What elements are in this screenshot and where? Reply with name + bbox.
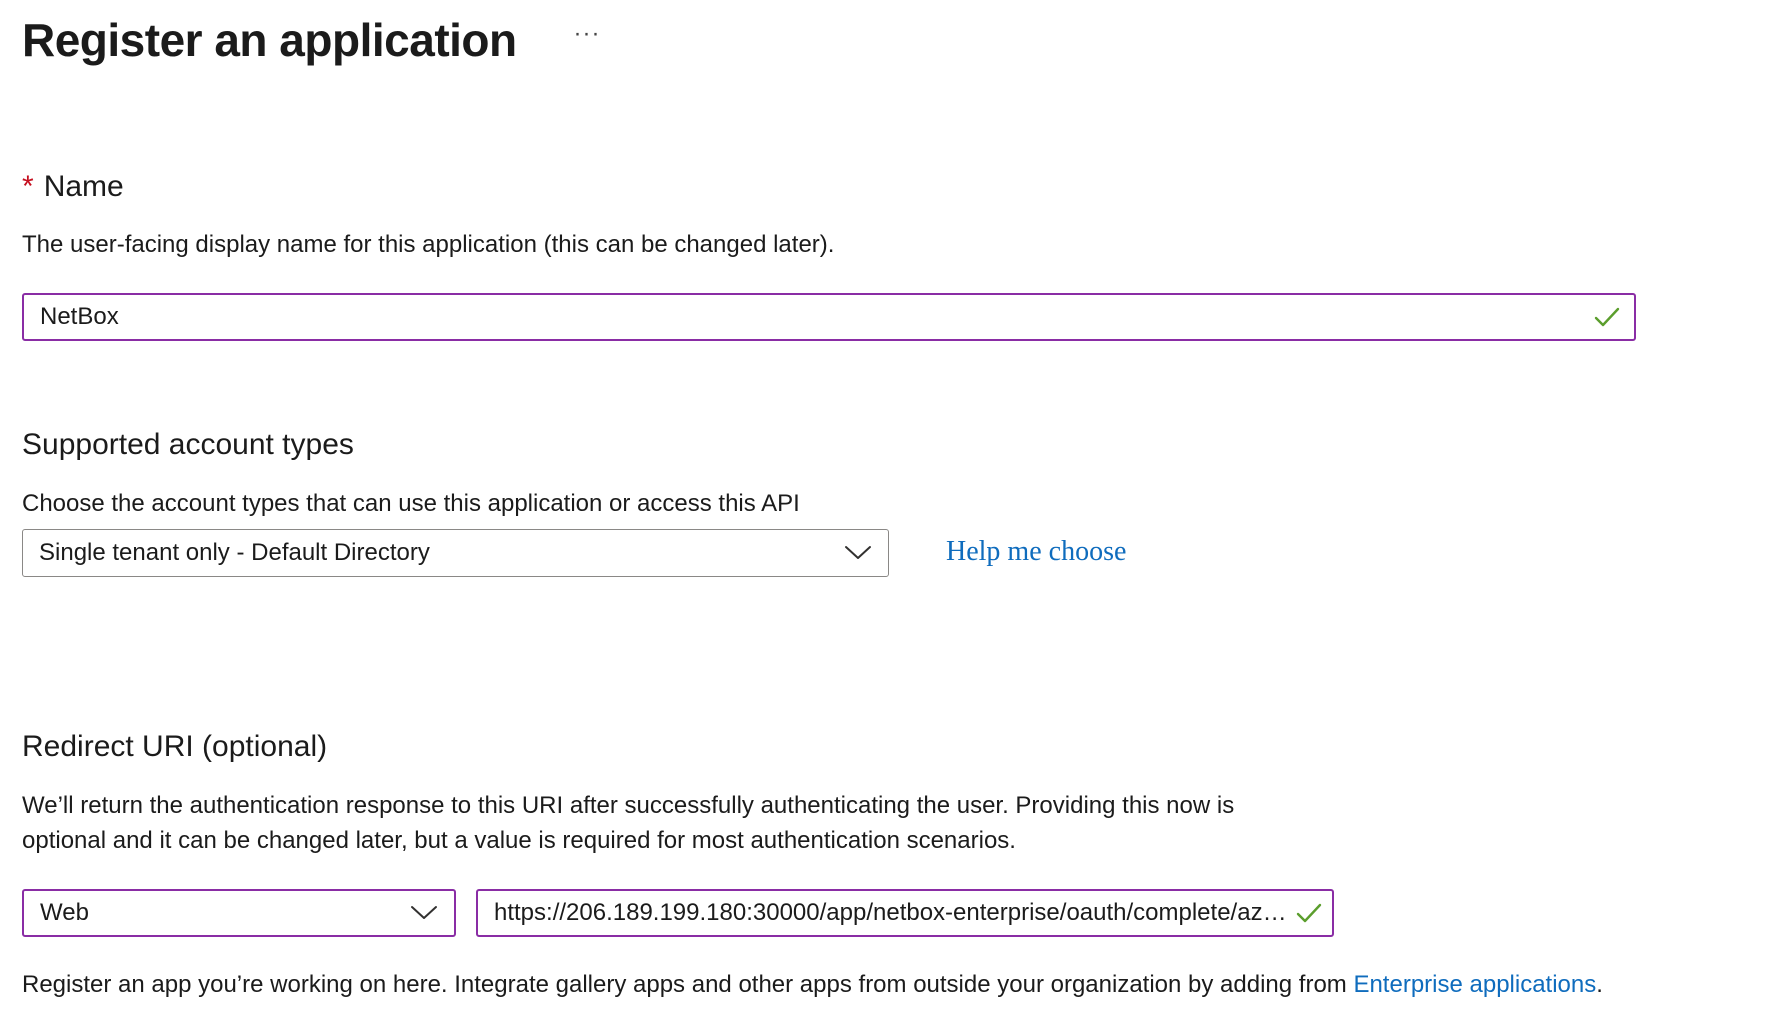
footer-note: Register an app you’re working on here. … (22, 968, 1603, 1002)
redirect-uri-heading: Redirect URI (optional) (22, 730, 328, 763)
footer-suffix: . (1596, 971, 1603, 998)
help-me-choose-link[interactable]: Help me choose (946, 535, 1126, 569)
platform-selected-value: Web (40, 899, 89, 926)
chevron-down-icon (411, 906, 437, 919)
name-description: The user-facing display name for this ap… (22, 231, 835, 258)
more-options-button[interactable]: ··· (570, 22, 604, 50)
redirect-uri-input[interactable]: https://206.189.199.180:30000/app/netbox… (476, 889, 1334, 937)
chevron-down-icon (845, 546, 871, 559)
footer-text: Register an app you’re working on here. … (22, 971, 1354, 998)
account-types-description: Choose the account types that can use th… (22, 490, 800, 517)
account-types-heading: Supported account types (22, 428, 354, 461)
platform-dropdown[interactable]: Web (22, 889, 456, 937)
checkmark-icon (1594, 307, 1620, 327)
redirect-uri-description-line2: optional and it can be changed later, bu… (22, 827, 1016, 854)
redirect-uri-description-line1: We’ll return the authentication response… (22, 792, 1235, 819)
required-marker: * (22, 170, 34, 203)
account-type-selected-value: Single tenant only - Default Directory (39, 539, 430, 566)
name-input[interactable]: NetBox (22, 293, 1636, 341)
name-heading: * Name (22, 168, 124, 206)
name-input-value[interactable]: NetBox (40, 303, 1590, 331)
redirect-uri-input-value[interactable]: https://206.189.199.180:30000/app/netbox… (494, 899, 1292, 927)
account-type-dropdown[interactable]: Single tenant only - Default Directory (22, 529, 889, 577)
enterprise-applications-link[interactable]: Enterprise applications (1353, 971, 1596, 998)
page-title: Register an application (22, 14, 517, 66)
checkmark-icon (1296, 903, 1322, 923)
name-heading-label: Name (43, 170, 124, 203)
